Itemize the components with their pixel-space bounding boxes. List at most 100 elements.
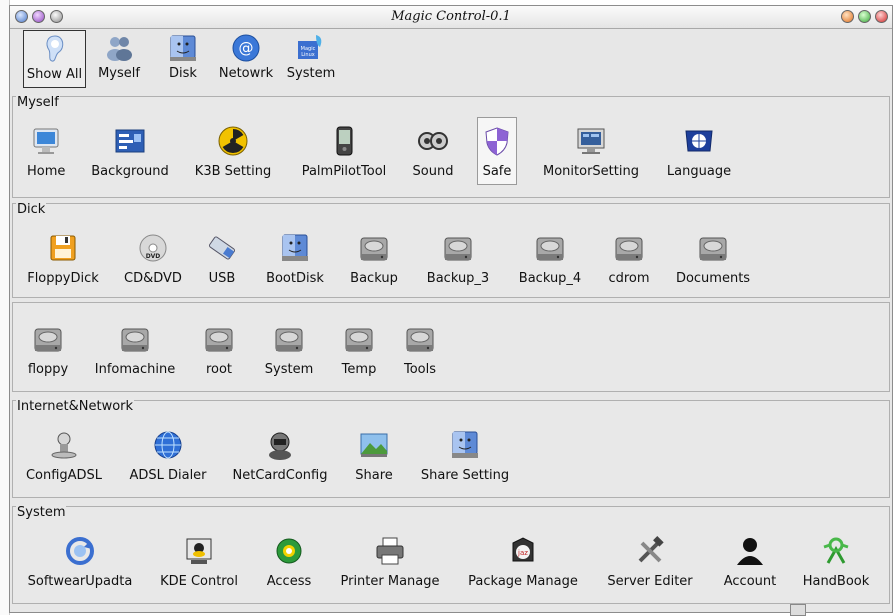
tools-icon — [634, 535, 666, 567]
item-label: HandBook — [802, 574, 870, 589]
hard-drive-icon — [613, 232, 645, 264]
toolbar-label: Show All — [26, 67, 83, 82]
item-home[interactable]: Home — [27, 125, 65, 179]
item-label: Tools — [403, 362, 437, 377]
item-label: cdrom — [608, 271, 650, 286]
window-title: Magic Control-0.1 — [391, 9, 511, 24]
item-infomachine[interactable]: Infomachine — [93, 323, 177, 377]
toolbar-label: Netowrk — [218, 66, 274, 81]
hard-drive-icon — [697, 232, 729, 264]
globe-flag-icon — [683, 125, 715, 157]
finder-icon — [449, 429, 481, 461]
item-backup-4[interactable]: Backup_4 — [515, 232, 585, 286]
item-usb[interactable]: USB — [203, 232, 241, 286]
hard-drive-icon — [119, 323, 151, 355]
item-floppydick[interactable]: FloppyDick — [25, 232, 101, 286]
item-bootdisk[interactable]: BootDisk — [264, 232, 326, 286]
item-system-disk[interactable]: System — [261, 323, 317, 377]
hard-drive-icon — [358, 232, 390, 264]
item-account[interactable]: Account — [719, 535, 781, 589]
toolbar-network[interactable]: @ Netowrk — [218, 30, 274, 88]
hard-drive-icon — [32, 323, 64, 355]
item-adsl-dialer[interactable]: ADSL Dialer — [128, 429, 208, 483]
toolbar-show-all[interactable]: Show All — [23, 30, 86, 88]
minimize-button[interactable] — [841, 10, 854, 23]
item-temp[interactable]: Temp — [337, 323, 381, 377]
close-button[interactable] — [875, 10, 888, 23]
section-dick: Dick FloppyDick DVD CD&DVD USB BootDisk … — [12, 202, 890, 298]
toolbar-system[interactable]: Magic Linux System — [285, 30, 337, 88]
monitor-icon — [30, 125, 62, 157]
item-configadsl[interactable]: ConfigADSL — [25, 429, 103, 483]
svg-text:jaz: jaz — [517, 549, 528, 557]
item-label: Home — [27, 164, 66, 179]
item-handbook[interactable]: HandBook — [801, 535, 871, 589]
item-label: Printer Manage — [340, 574, 440, 589]
magic-linux-icon: Magic Linux — [296, 33, 326, 63]
item-printer-manage[interactable]: Printer Manage — [338, 535, 442, 589]
item-label: KDE Control — [160, 574, 238, 589]
network-globe-icon — [152, 429, 184, 461]
item-k3b-setting[interactable]: K3B Setting — [193, 125, 273, 179]
item-label: Share — [355, 468, 393, 483]
hard-drive-icon — [404, 323, 436, 355]
item-label: Background — [91, 164, 169, 179]
item-label: SoftwearUpadta — [27, 574, 133, 589]
item-tools[interactable]: Tools — [399, 323, 441, 377]
item-netcardconfig[interactable]: NetCardConfig — [231, 429, 329, 483]
item-label: USB — [208, 271, 236, 286]
item-label: K3B Setting — [194, 164, 272, 179]
speaker-icon — [417, 125, 449, 157]
item-label: Backup_3 — [426, 271, 490, 286]
item-access[interactable]: Access — [263, 535, 315, 589]
item-backup-3[interactable]: Backup_3 — [423, 232, 493, 286]
item-kde-control[interactable]: KDE Control — [158, 535, 240, 589]
section-disks-more: floppy Infomachine root System Temp Tool… — [12, 302, 890, 392]
item-floppy[interactable]: floppy — [25, 323, 71, 377]
item-cd-dvd[interactable]: DVD CD&DVD — [123, 232, 183, 286]
floppy-icon — [47, 232, 79, 264]
section-internet-network: Internet&Network ConfigADSL ADSL Dialer … — [12, 399, 890, 498]
at-sign-icon: @ — [231, 33, 261, 63]
item-label: Safe — [482, 164, 512, 179]
item-safe[interactable]: Safe — [477, 117, 517, 185]
item-label: Sound — [412, 164, 454, 179]
item-label: Backup_4 — [518, 271, 582, 286]
item-package-manage[interactable]: jaz Package Manage — [465, 535, 581, 589]
item-label: Temp — [341, 362, 377, 377]
item-share[interactable]: Share — [353, 429, 395, 483]
item-language[interactable]: Language — [665, 125, 733, 179]
category-toolbar: Show All Myself Disk @ Netowrk Magic Linu… — [13, 28, 889, 90]
item-background[interactable]: Background — [90, 125, 170, 179]
item-palmpilottool[interactable]: PalmPilotTool — [300, 125, 388, 179]
item-cdrom[interactable]: cdrom — [604, 232, 654, 286]
toolbar-label: System — [286, 66, 336, 81]
item-softwearupadta[interactable]: SoftwearUpadta — [25, 535, 135, 589]
kde-control-icon — [183, 535, 215, 567]
item-server-editer[interactable]: Server Editer — [605, 535, 695, 589]
item-backup[interactable]: Backup — [348, 232, 400, 286]
item-root[interactable]: root — [201, 323, 237, 377]
item-label: PalmPilotTool — [301, 164, 387, 179]
hard-drive-icon — [343, 323, 375, 355]
toolbar-disk[interactable]: Disk — [163, 30, 203, 88]
item-label: FloppyDick — [27, 271, 99, 286]
title-bar[interactable]: Magic Control-0.1 — [10, 6, 892, 29]
hard-drive-icon — [203, 323, 235, 355]
item-label: Account — [723, 574, 777, 589]
item-label: Documents — [675, 271, 751, 286]
item-label: BootDisk — [266, 271, 324, 286]
item-label: Access — [266, 574, 312, 589]
scroll-arrow-button[interactable] — [790, 604, 806, 616]
toolbar-label: Disk — [169, 66, 197, 81]
maximize-button[interactable] — [858, 10, 871, 23]
item-documents[interactable]: Documents — [673, 232, 753, 286]
item-monitorsetting[interactable]: MonitorSetting — [540, 125, 642, 179]
item-label: MonitorSetting — [543, 164, 639, 179]
astronaut-icon — [264, 429, 296, 461]
item-share-setting[interactable]: Share Setting — [417, 429, 513, 483]
radiation-icon — [217, 125, 249, 157]
toolbar-myself[interactable]: Myself — [95, 30, 143, 88]
network-node-icon — [48, 429, 80, 461]
item-sound[interactable]: Sound — [411, 125, 455, 179]
